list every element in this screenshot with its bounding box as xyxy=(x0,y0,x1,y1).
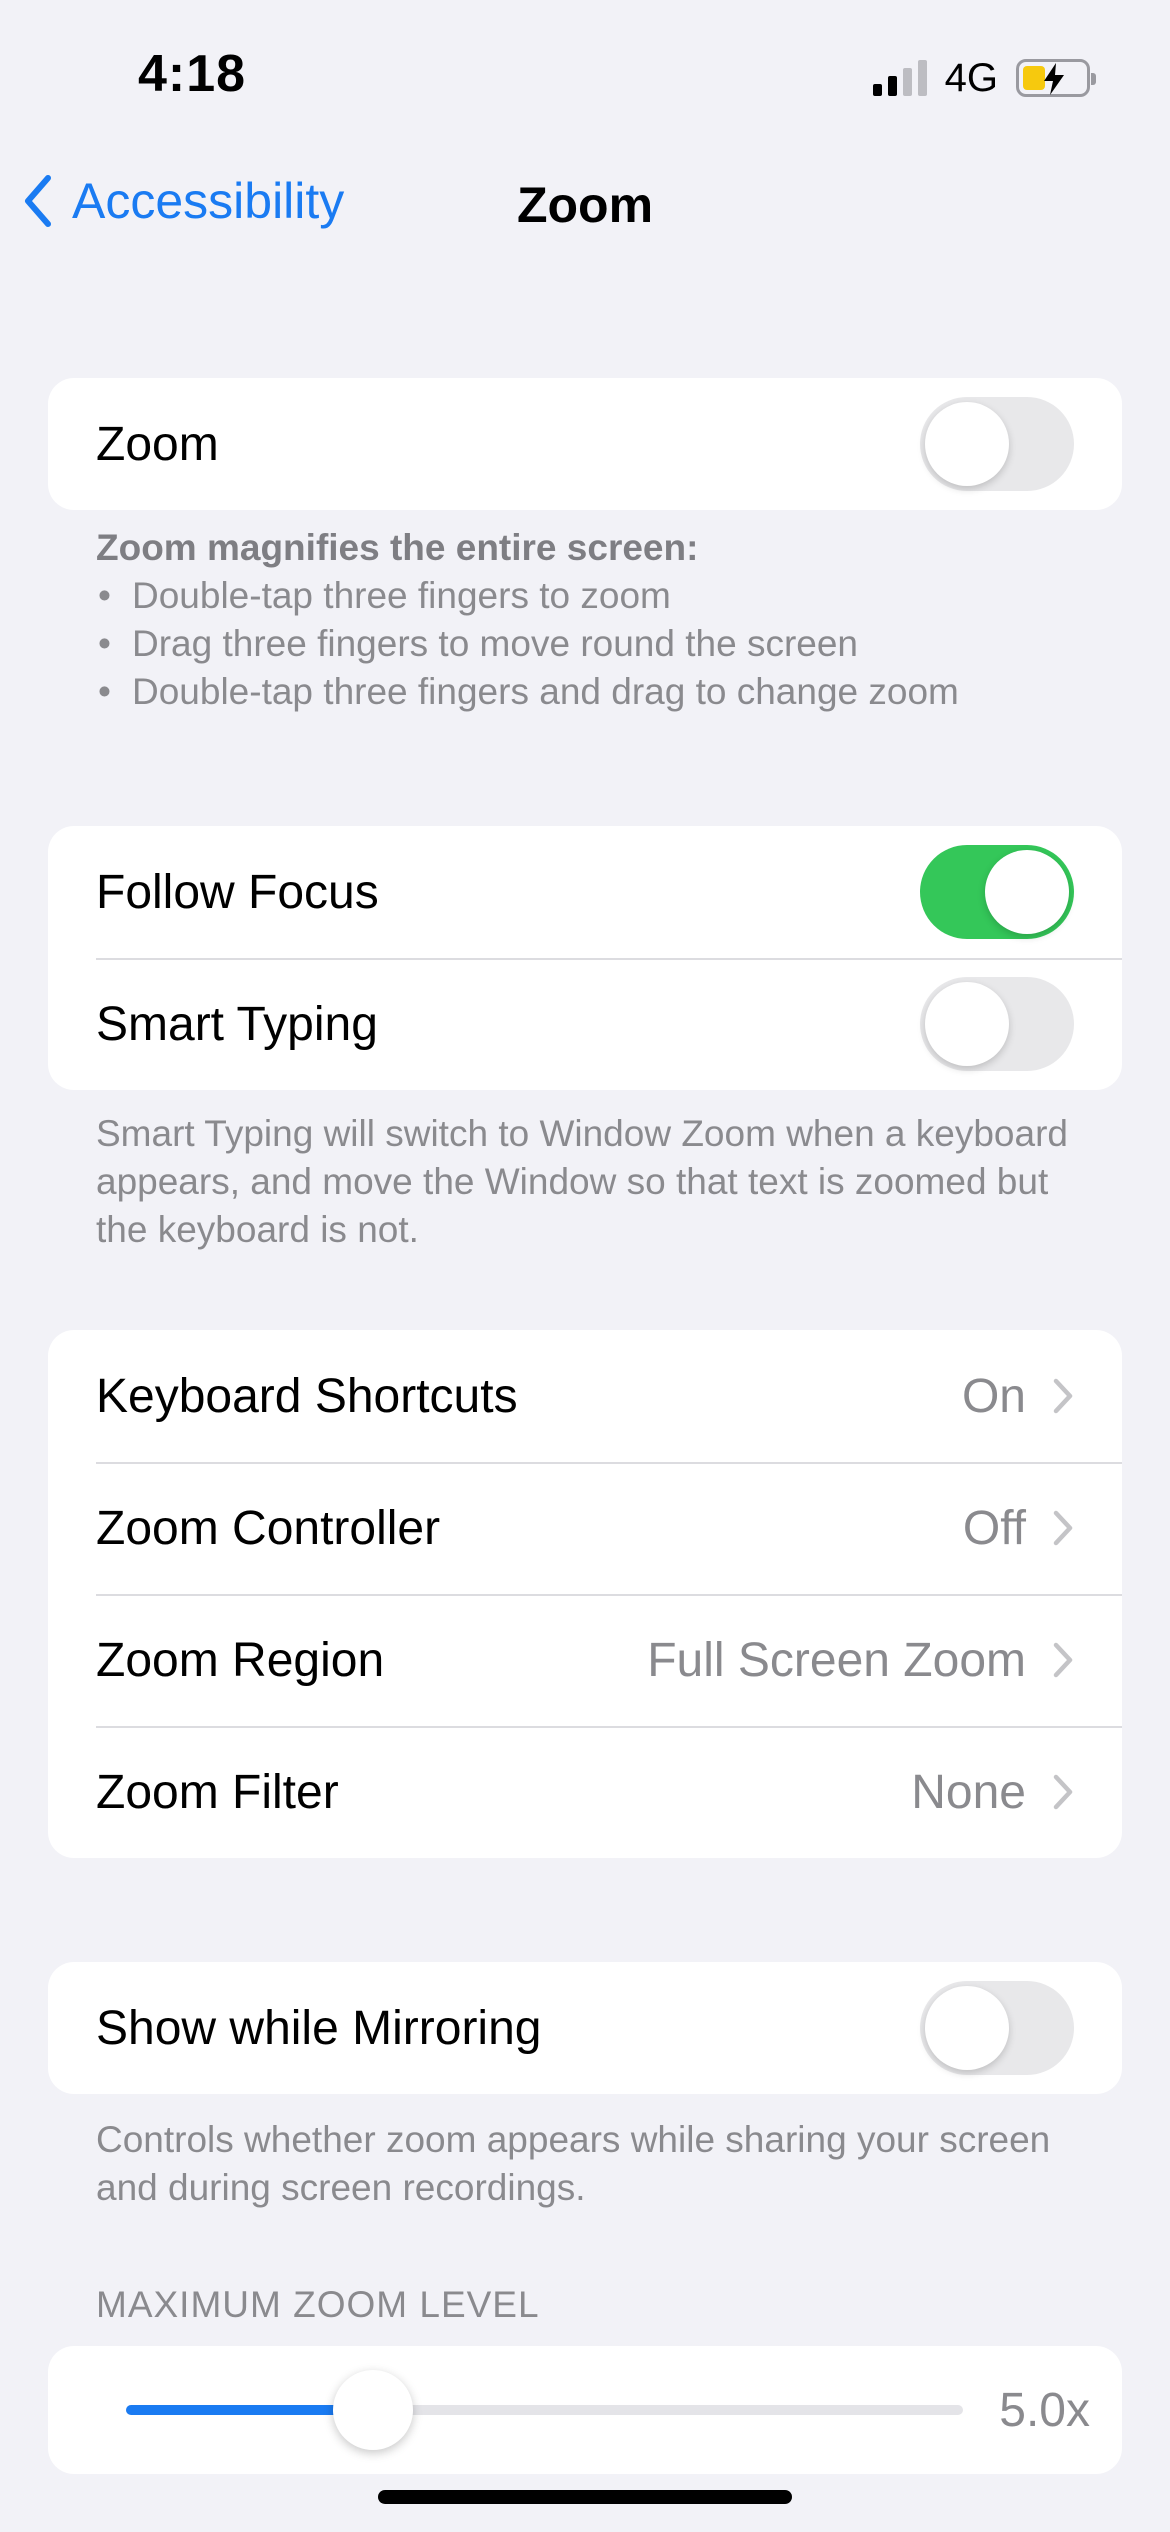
keyboard-shortcuts-value: On xyxy=(961,1369,1026,1423)
smart-typing-footer: Smart Typing will switch to Window Zoom … xyxy=(96,1113,1068,1250)
zoom-region-label: Zoom Region xyxy=(96,1633,385,1687)
home-indicator[interactable] xyxy=(378,2490,792,2504)
focus-group: Follow Focus Smart Typing xyxy=(48,826,1122,1090)
zoom-filter-row[interactable]: Zoom Filter None xyxy=(48,1726,1122,1858)
zoom-controller-value: Off xyxy=(962,1501,1026,1555)
zoom-footer-heading: Zoom magnifies the entire screen: xyxy=(96,527,699,568)
keyboard-shortcuts-label: Keyboard Shortcuts xyxy=(96,1369,518,1423)
show-while-mirroring-row: Show while Mirroring xyxy=(48,1962,1122,2094)
zoom-footer-bullet: Drag three fingers to move round the scr… xyxy=(96,620,1096,668)
keyboard-shortcuts-row[interactable]: Keyboard Shortcuts On xyxy=(48,1330,1122,1462)
zoom-region-row[interactable]: Zoom Region Full Screen Zoom xyxy=(48,1594,1122,1726)
page-title: Zoom xyxy=(516,177,654,233)
chevron-right-icon xyxy=(1053,1774,1073,1810)
battery-charging-icon xyxy=(1016,59,1096,97)
max-zoom-slider-row: 5.0x xyxy=(48,2346,1122,2474)
zoom-footer-bullet: Double-tap three fingers to zoom xyxy=(96,572,1096,620)
zoom-controller-label: Zoom Controller xyxy=(96,1501,441,1555)
max-zoom-group: 5.0x xyxy=(48,2346,1122,2474)
zoom-filter-label: Zoom Filter xyxy=(96,1765,339,1819)
follow-focus-label: Follow Focus xyxy=(96,865,379,919)
status-indicators: 4G xyxy=(872,55,1096,100)
zoom-region-value: Full Screen Zoom xyxy=(647,1633,1026,1687)
follow-focus-toggle[interactable] xyxy=(920,845,1074,939)
smart-typing-row: Smart Typing xyxy=(48,958,1122,1090)
show-while-mirroring-label: Show while Mirroring xyxy=(96,2001,542,2055)
smart-typing-toggle[interactable] xyxy=(920,977,1074,1071)
mirroring-group: Show while Mirroring xyxy=(48,1962,1122,2094)
zoom-footer-bullet: Double-tap three fingers and drag to cha… xyxy=(96,668,1096,716)
zoom-filter-value: None xyxy=(911,1765,1026,1819)
zoom-label: Zoom xyxy=(96,417,219,471)
show-while-mirroring-toggle[interactable] xyxy=(920,1981,1074,2075)
status-time: 4:18 xyxy=(138,45,247,103)
chevron-right-icon xyxy=(1053,1642,1073,1678)
zoom-row: Zoom xyxy=(48,378,1122,510)
smart-typing-label: Smart Typing xyxy=(96,997,378,1051)
chevron-right-icon xyxy=(1053,1378,1073,1414)
max-zoom-slider[interactable] xyxy=(126,2370,964,2450)
follow-focus-row: Follow Focus xyxy=(48,826,1122,958)
cellular-signal-icon xyxy=(872,60,927,96)
max-zoom-value: 5.0x xyxy=(999,2383,1090,2437)
zoom-controller-row[interactable]: Zoom Controller Off xyxy=(48,1462,1122,1594)
network-type: 4G xyxy=(944,55,998,100)
mirroring-footer: Controls whether zoom appears while shar… xyxy=(96,2119,1051,2208)
zoom-footer: Zoom magnifies the entire screen: Double… xyxy=(96,524,1096,716)
slider-thumb[interactable] xyxy=(332,2370,413,2450)
zoom-options-group: Keyboard Shortcuts On Zoom Controller Of… xyxy=(48,1330,1122,1858)
zoom-group: Zoom xyxy=(48,378,1122,510)
zoom-toggle[interactable] xyxy=(920,397,1074,491)
chevron-right-icon xyxy=(1053,1510,1073,1546)
max-zoom-header: MAXIMUM ZOOM LEVEL xyxy=(96,2284,540,2325)
